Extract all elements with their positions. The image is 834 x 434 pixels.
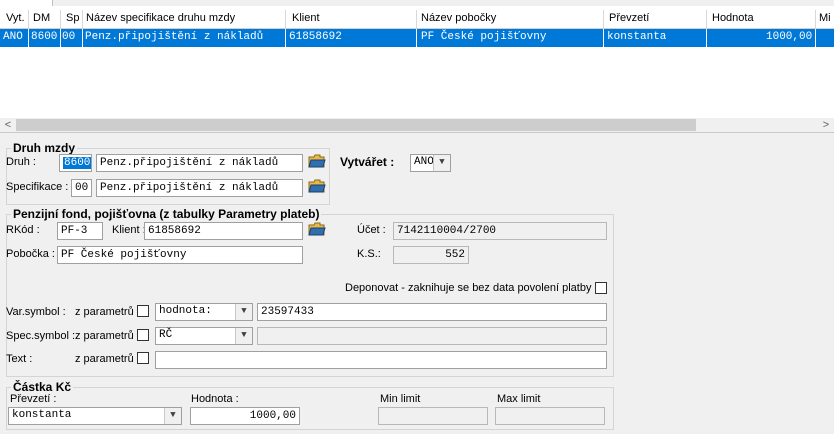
druh-code-value: 8600 bbox=[63, 157, 91, 169]
druh-browse-folder-icon[interactable] bbox=[308, 154, 326, 170]
cell-hodnota: 1000,00 bbox=[766, 31, 813, 43]
col-dm[interactable]: DM bbox=[29, 10, 61, 28]
prevzeti-select[interactable]: konstanta ▼ bbox=[8, 407, 182, 425]
chevron-down-icon[interactable]: ▼ bbox=[235, 304, 252, 320]
penzijni-fond-legend: Penzijní fond, pojišťovna (z tabulky Par… bbox=[13, 207, 320, 221]
pobocka-input[interactable]: PF České pojišťovny bbox=[57, 246, 303, 264]
vytvaret-select[interactable]: ANO ▼ bbox=[410, 154, 451, 172]
rkod-input[interactable]: PF-3 bbox=[57, 222, 103, 240]
active-tab[interactable] bbox=[0, 0, 53, 6]
spec-symbol-select[interactable]: RČ ▼ bbox=[155, 327, 253, 345]
col-nazev-spec[interactable]: Název specifikace druhu mzdy bbox=[83, 10, 286, 28]
cell-klient: 61858692 bbox=[289, 31, 342, 43]
spec-zparam-label: z parametrů : bbox=[75, 330, 140, 342]
vytvaret-label: Vytvářet : bbox=[340, 155, 395, 169]
klient-browse-folder-icon[interactable] bbox=[308, 222, 326, 238]
spec-symbol-input bbox=[257, 327, 607, 345]
chevron-down-icon[interactable]: ▼ bbox=[433, 155, 450, 171]
col-vyt[interactable]: Vyt. bbox=[0, 10, 29, 28]
chevron-down-icon[interactable]: ▼ bbox=[164, 408, 181, 424]
min-limit-field bbox=[378, 407, 488, 425]
spec-label: Specifikace : bbox=[6, 181, 69, 193]
ks-label: K.S.: bbox=[357, 248, 381, 260]
klient-label: Klient : bbox=[112, 224, 146, 236]
col-dm-label: DM bbox=[33, 12, 51, 24]
col-prevzeti-label: Převzetí bbox=[609, 12, 650, 24]
var-symbol-label: Var.symbol : bbox=[6, 306, 66, 318]
ucet-field: 7142110004/2700 bbox=[393, 222, 607, 240]
scroll-right-arrow-icon[interactable]: > bbox=[819, 118, 833, 132]
spec-code-input[interactable]: 00 bbox=[71, 179, 92, 197]
table-row[interactable]: ANO 8600 00 Penz.připojištění z nákladů … bbox=[0, 29, 834, 47]
col-hodnota-label: Hodnota bbox=[712, 12, 754, 24]
deponovat-label: Deponovat - zaknihuje se bez data povole… bbox=[345, 282, 598, 294]
col-sp[interactable]: Sp bbox=[61, 10, 83, 28]
druh-mzdy-legend: Druh mzdy bbox=[13, 141, 76, 155]
chevron-down-icon[interactable]: ▼ bbox=[235, 328, 252, 344]
scroll-left-arrow-icon[interactable]: < bbox=[1, 118, 15, 132]
col-hodnota[interactable]: Hodnota bbox=[707, 10, 816, 28]
text-zparam-label: z parametrů : bbox=[75, 353, 140, 365]
druh-code-input[interactable]: 8600 bbox=[59, 154, 92, 172]
text-input[interactable] bbox=[155, 351, 607, 369]
druh-name-field: Penz.připojištění z nákladů bbox=[96, 154, 303, 172]
pobocka-label: Pobočka : bbox=[6, 248, 55, 260]
cell-vyt: ANO bbox=[3, 31, 23, 43]
druh-label: Druh : bbox=[6, 156, 36, 168]
scrollbar-thumb[interactable] bbox=[16, 119, 696, 131]
cell-prevzeti: konstanta bbox=[607, 31, 667, 43]
var-symbol-select-value: hodnota: bbox=[159, 305, 212, 317]
var-zparam-checkbox[interactable] bbox=[137, 305, 149, 317]
col-nazev-pobocky-label: Název pobočky bbox=[421, 12, 497, 24]
col-min[interactable]: Mi bbox=[816, 10, 834, 28]
grid-header: Vyt. DM Sp Název specifikace druhu mzdy … bbox=[0, 10, 834, 29]
hodnota-input[interactable]: 1000,00 bbox=[190, 407, 300, 425]
col-nazev-spec-label: Název specifikace druhu mzdy bbox=[86, 12, 236, 24]
klient-input[interactable]: 61858692 bbox=[144, 222, 303, 240]
var-zparam-label: z parametrů : bbox=[75, 306, 140, 318]
prevzeti-label: Převzetí : bbox=[10, 393, 57, 405]
hodnota-label: Hodnota : bbox=[191, 393, 239, 405]
col-min-label: Mi bbox=[819, 12, 831, 24]
min-limit-label: Min limit bbox=[380, 393, 421, 405]
col-sp-label: Sp bbox=[66, 12, 80, 24]
col-klient[interactable]: Klient bbox=[286, 10, 417, 28]
prevzeti-select-value: konstanta bbox=[12, 409, 72, 421]
deponovat-checkbox[interactable] bbox=[595, 282, 607, 294]
cell-sp: 00 bbox=[62, 31, 76, 43]
vytvaret-value: ANO bbox=[414, 156, 434, 168]
max-limit-label: Max limit bbox=[497, 393, 541, 405]
cell-dm: 8600 bbox=[31, 31, 58, 43]
cell-pobocka: PF České pojišťovny bbox=[421, 31, 547, 43]
castka-legend: Částka Kč bbox=[13, 380, 72, 394]
text-zparam-checkbox[interactable] bbox=[137, 352, 149, 364]
spec-browse-folder-icon[interactable] bbox=[308, 179, 326, 195]
spec-symbol-select-value: RČ bbox=[159, 329, 173, 341]
col-vyt-label: Vyt. bbox=[6, 12, 25, 24]
ks-field: 552 bbox=[393, 246, 469, 264]
max-limit-field bbox=[495, 407, 605, 425]
text-label: Text : bbox=[6, 353, 33, 365]
spec-name-field: Penz.připojištění z nákladů bbox=[96, 179, 303, 197]
var-symbol-select[interactable]: hodnota: ▼ bbox=[155, 303, 253, 321]
rkod-label: RKód : bbox=[6, 224, 40, 236]
col-klient-label: Klient bbox=[292, 12, 320, 24]
spec-zparam-checkbox[interactable] bbox=[137, 329, 149, 341]
top-tab-strip bbox=[0, 0, 834, 6]
horizontal-scrollbar[interactable]: < > bbox=[0, 118, 834, 132]
ucet-label: Účet : bbox=[357, 224, 386, 236]
col-prevzeti[interactable]: Převzetí bbox=[604, 10, 707, 28]
col-nazev-pobocky[interactable]: Název pobočky bbox=[417, 10, 604, 28]
var-symbol-input[interactable]: 23597433 bbox=[257, 303, 607, 321]
spec-symbol-label: Spec.symbol : bbox=[6, 330, 76, 342]
cell-nazev-spec: Penz.připojištění z nákladů bbox=[85, 31, 264, 43]
